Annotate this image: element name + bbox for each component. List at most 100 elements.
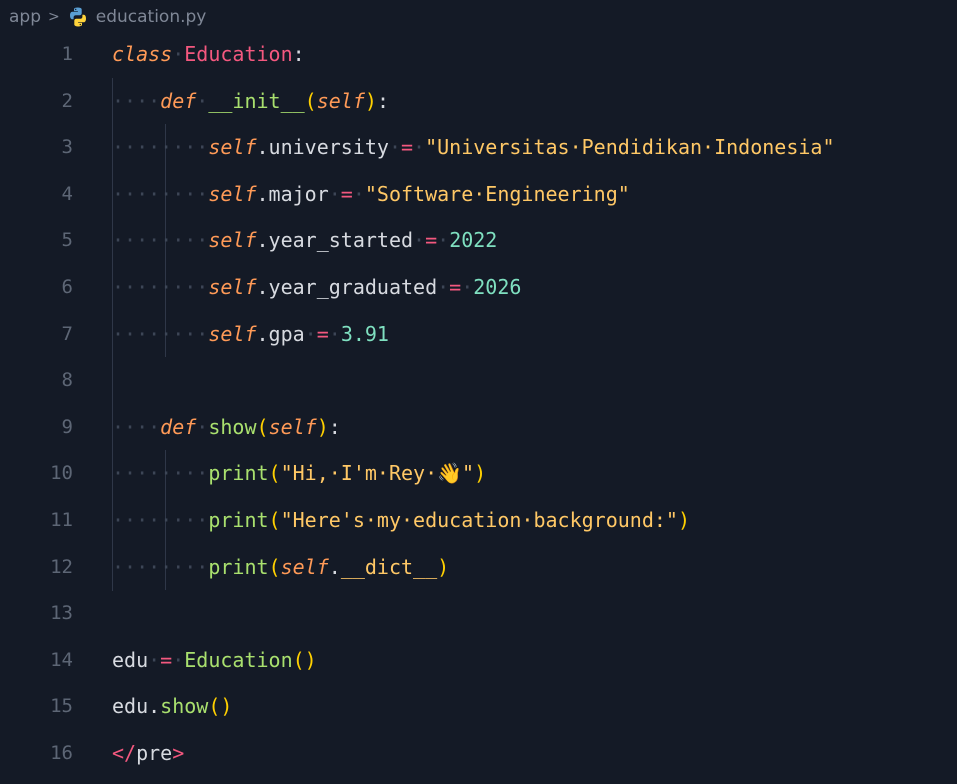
line-number: 14 xyxy=(50,648,73,671)
code-token: ········ xyxy=(112,321,209,346)
code-token: ········ xyxy=(112,181,209,206)
line-number: 15 xyxy=(50,695,73,718)
code-text: ········self.year_graduated·=·2026 xyxy=(112,264,521,311)
code-token: self xyxy=(208,181,257,206)
code-token: ········ xyxy=(112,135,209,160)
code-text: edu·=·Education() xyxy=(112,637,317,684)
code-token: Education xyxy=(184,647,293,672)
code-line[interactable]: 2 ····def·__init__(self): xyxy=(0,78,957,125)
code-token: 2026 xyxy=(473,274,522,299)
code-line[interactable]: 11 ········print("Here's·my·education·bac… xyxy=(0,497,957,544)
code-token: ) xyxy=(474,461,487,486)
line-number: 10 xyxy=(50,462,73,485)
code-token: def xyxy=(160,414,197,439)
code-line[interactable]: 1 class·Education: xyxy=(0,31,957,78)
code-token: · xyxy=(328,321,341,346)
code-line[interactable]: 8 xyxy=(0,357,957,404)
code-editor[interactable]: 1 class·Education: 2 ····def·__init__(self)… xyxy=(0,31,957,777)
code-token: print xyxy=(208,507,269,532)
code-token: pre xyxy=(136,740,173,765)
code-line[interactable]: 9 ····def·show(self): xyxy=(0,404,957,451)
code-token: = xyxy=(160,647,173,672)
line-number: 1 xyxy=(61,43,73,65)
code-token: ········ xyxy=(112,274,209,299)
code-text: ········self.year_started·=·2022 xyxy=(112,217,497,264)
code-line[interactable]: 10 ········print("Hi,·I'm·Rey·👋") xyxy=(0,450,957,497)
code-line[interactable]: 12 ········print(self.__dict__) xyxy=(0,544,957,591)
code-token: show xyxy=(208,414,257,439)
code-token: ( xyxy=(268,461,281,486)
code-token: · xyxy=(413,228,426,253)
line-number: 7 xyxy=(61,322,73,345)
code-text: ····def·show(self): xyxy=(112,404,341,451)
breadcrumb-file[interactable]: education.py xyxy=(96,7,207,27)
code-token: </ xyxy=(112,740,137,765)
code-line[interactable]: 6 ········self.year_graduated·=·2026 xyxy=(0,264,957,311)
code-token: : xyxy=(328,414,341,439)
code-line[interactable]: 7 ········self.gpa·=·3.91 xyxy=(0,311,957,358)
code-token: print xyxy=(208,554,269,579)
code-token: edu xyxy=(112,647,149,672)
code-text: edu.show() xyxy=(112,683,232,730)
code-line[interactable]: 5 ········self.year_started·=·2022 xyxy=(0,217,957,264)
code-token: · xyxy=(328,181,341,206)
code-token: () xyxy=(208,694,233,719)
code-token: : xyxy=(376,88,389,113)
code-token: .major xyxy=(256,181,329,206)
breadcrumb: app > education.py xyxy=(9,4,206,30)
code-token: · xyxy=(172,647,185,672)
code-token: def xyxy=(160,88,197,113)
code-line[interactable]: 3 ········self.university·=·"Universitas·… xyxy=(0,124,957,171)
line-number: 2 xyxy=(61,89,73,112)
code-token: "Universitas·Pendidikan·Indonesia" xyxy=(425,135,835,160)
code-line[interactable]: 4 ········self.major·=·"Software·Engineer… xyxy=(0,171,957,218)
code-token: : xyxy=(292,42,305,66)
code-token: ( xyxy=(268,507,281,532)
code-token: ········ xyxy=(112,228,209,253)
code-token: Education xyxy=(184,42,293,66)
code-token: __dict__ xyxy=(340,554,438,579)
line-number: 13 xyxy=(50,602,73,625)
code-token: · xyxy=(461,274,474,299)
code-token: ( xyxy=(268,554,281,579)
code-token: .year_started xyxy=(256,228,414,253)
code-token: · xyxy=(437,274,450,299)
line-number: 9 xyxy=(61,415,73,438)
line-number: 12 xyxy=(50,555,73,578)
code-text: ····def·__init__(self): xyxy=(112,78,389,125)
code-token: · xyxy=(437,228,450,253)
code-token: .gpa xyxy=(256,321,305,346)
code-line[interactable]: 16 </pre> xyxy=(0,730,957,777)
code-text: ········self.major·=·"Software·Engineeri… xyxy=(112,171,630,218)
code-token: · xyxy=(196,88,209,113)
code-token: () xyxy=(292,647,317,672)
code-token: __init__ xyxy=(208,88,305,113)
code-token: self xyxy=(268,414,317,439)
code-token: = xyxy=(316,321,329,346)
breadcrumb-folder[interactable]: app xyxy=(9,7,41,27)
code-token: edu. xyxy=(112,694,161,719)
code-text: class·Education: xyxy=(112,31,305,78)
code-token: · xyxy=(352,181,365,206)
code-token: ) xyxy=(437,554,450,579)
chevron-right-icon: > xyxy=(48,9,60,25)
code-token: ) xyxy=(316,414,329,439)
code-token: self xyxy=(208,135,257,160)
line-number: 16 xyxy=(50,741,73,764)
code-token: . xyxy=(328,554,341,579)
code-token: self xyxy=(208,321,257,346)
line-number: 11 xyxy=(50,508,73,531)
code-token: = xyxy=(449,274,462,299)
code-token: "Software·Engineering" xyxy=(364,181,630,206)
code-token: ( xyxy=(304,88,317,113)
code-token: self xyxy=(208,228,257,253)
code-token: · xyxy=(304,321,317,346)
code-line[interactable]: 15 edu.show() xyxy=(0,683,957,730)
code-token: ········ xyxy=(112,554,209,579)
code-line[interactable]: 14 edu·=·Education() xyxy=(0,637,957,684)
code-token: · xyxy=(413,135,426,160)
code-token: · xyxy=(172,42,185,66)
code-text: ········print("Hi,·I'm·Rey·👋") xyxy=(112,450,486,497)
code-token: ···· xyxy=(112,88,161,113)
code-line[interactable]: 13 xyxy=(0,590,957,637)
